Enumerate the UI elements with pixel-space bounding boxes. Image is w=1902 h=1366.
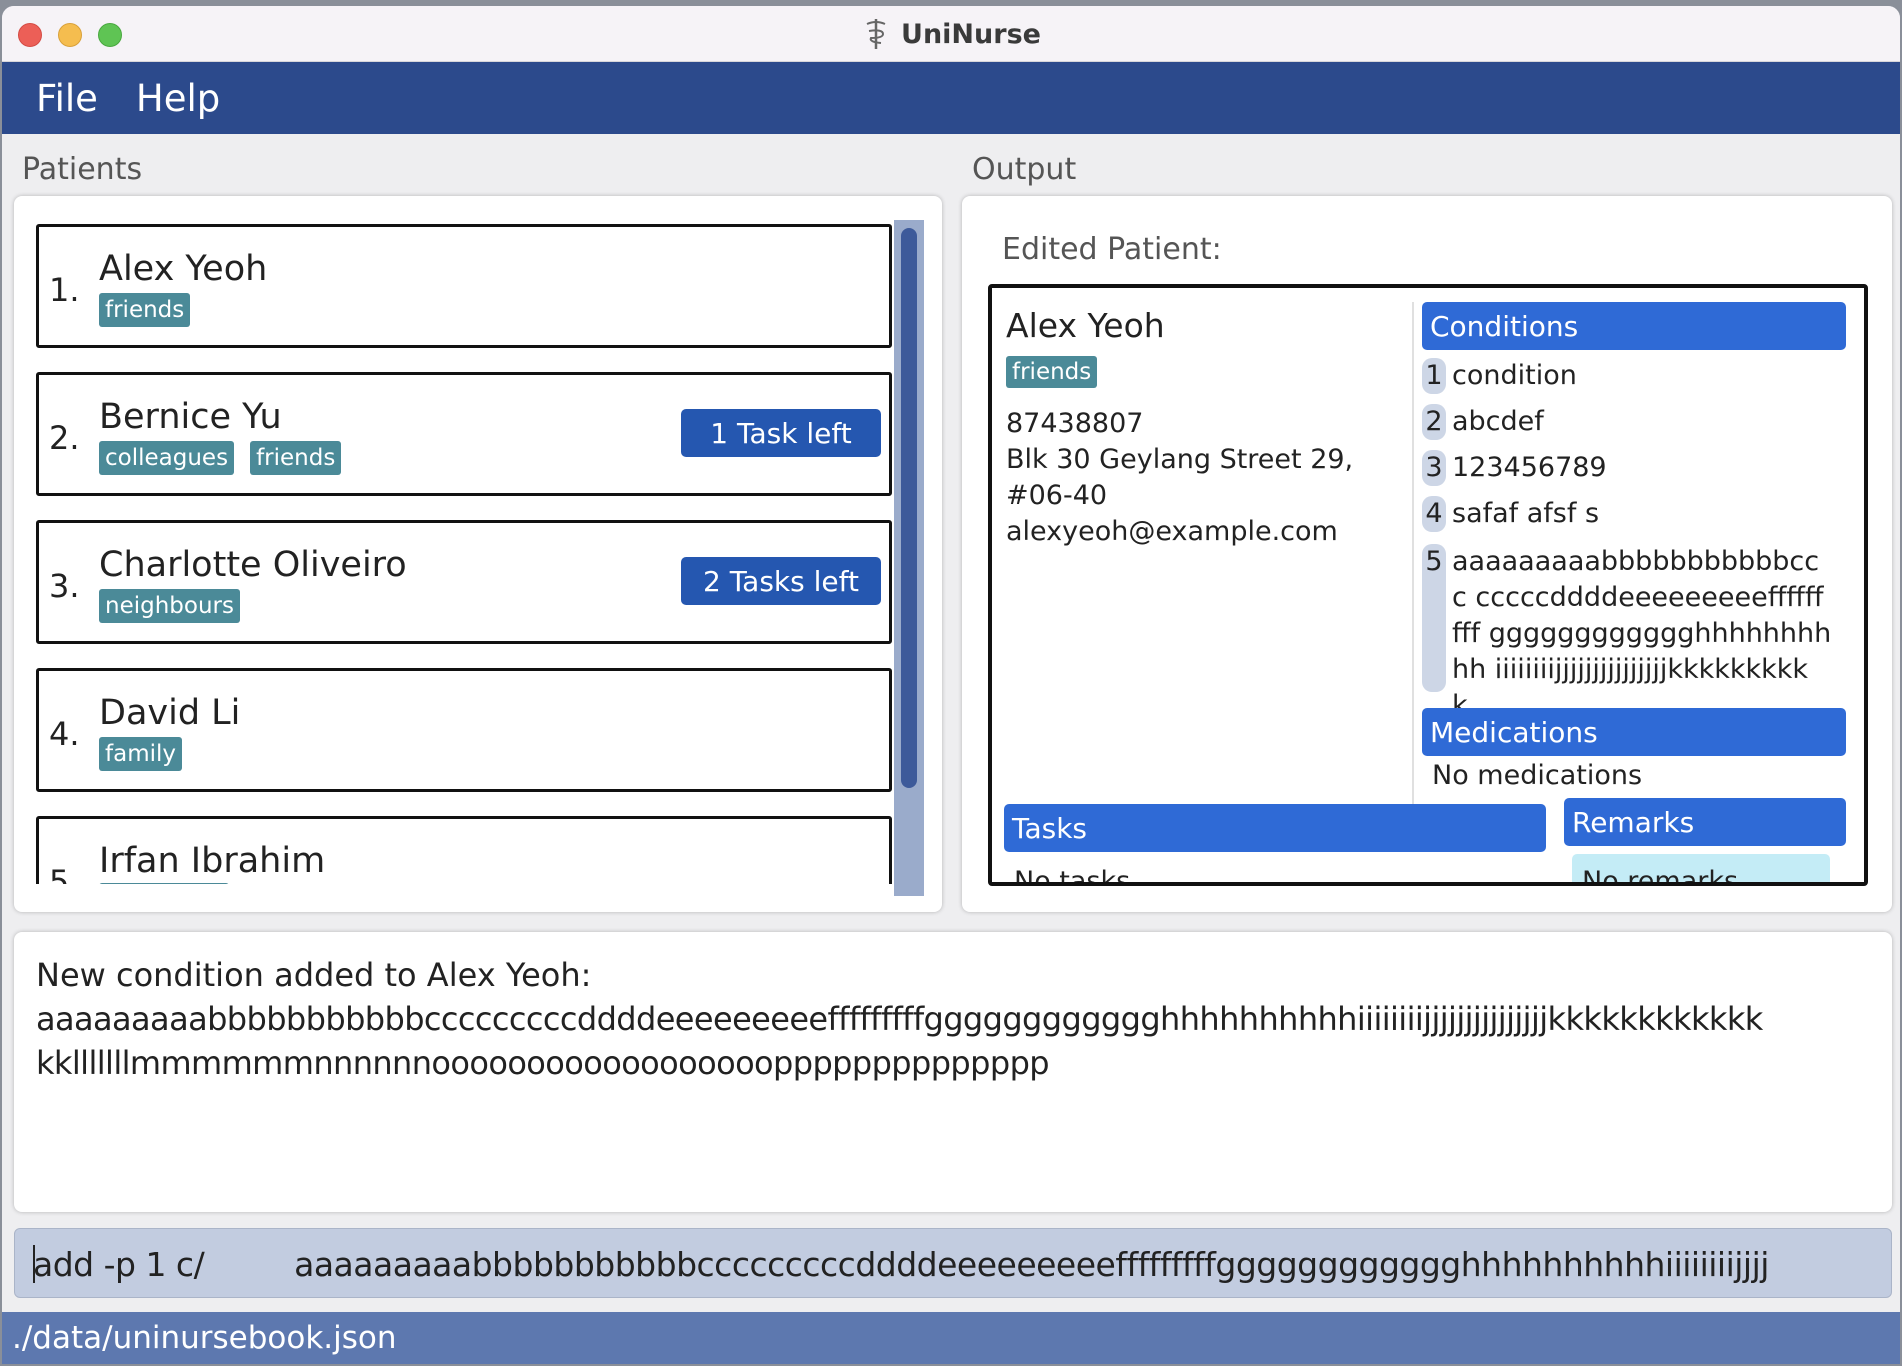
patient-tag: friends: [250, 441, 342, 475]
patient-index: 5.: [49, 863, 80, 884]
condition-item: 1 condition: [1422, 358, 1577, 394]
patient-name: Alex Yeoh: [99, 249, 268, 289]
patient-index: 3.: [49, 567, 80, 605]
patient-card[interactable]: 1. Alex Yeoh friends: [36, 224, 892, 348]
tasks-left-badge: 1 Task left: [681, 409, 881, 457]
patient-name: Bernice Yu: [99, 397, 282, 437]
patient-card[interactable]: 3. Charlotte Oliveiro neighbours 2 Tasks…: [36, 520, 892, 644]
app-window: UniNurse File Help Patients Output 1. Al…: [2, 6, 1900, 1364]
result-heading: New condition added to Alex Yeoh:: [36, 956, 592, 994]
patients-section-title: Patients: [22, 152, 143, 187]
window-title: UniNurse: [901, 18, 1041, 50]
condition-text: aaaaaaaaabbbbbbbbbbbccc cccccddddeeeeeee…: [1452, 546, 1832, 721]
patient-address-unit: #06-40: [1006, 480, 1108, 511]
save-file-path: ./data/uninursebook.json: [12, 1320, 397, 1356]
command-box: [14, 1228, 1892, 1298]
condition-text: 123456789: [1452, 452, 1607, 483]
caduceus-icon: [866, 19, 886, 49]
tasks-header: Tasks: [1004, 804, 1546, 852]
menu-help[interactable]: Help: [136, 77, 220, 120]
result-display: New condition added to Alex Yeoh: aaaaaa…: [14, 932, 1892, 1212]
patient-phone: 87438807: [1006, 408, 1144, 439]
result-text: aaaaaaaaabbbbbbbbbbbcccccccccddddeeeeeee…: [36, 1000, 1763, 1038]
patient-tag: friends: [99, 293, 191, 327]
patient-name: Charlotte Oliveiro: [99, 545, 407, 585]
text-caret: [33, 1245, 35, 1283]
condition-number: 5: [1422, 544, 1446, 692]
patient-tag: neighbours: [99, 589, 240, 623]
remarks-header: Remarks: [1564, 798, 1846, 846]
condition-item: 2 abcdef: [1422, 404, 1544, 440]
patient-tag: family: [99, 737, 182, 771]
patient-address: Blk 30 Geylang Street 29,: [1006, 444, 1354, 475]
patient-list[interactable]: 1. Alex Yeoh friends 2. Bernice Yu colle…: [36, 224, 892, 884]
patient-name: David Li: [99, 693, 241, 733]
patient-name: Irfan Ibrahim: [99, 841, 326, 881]
condition-text: condition: [1452, 360, 1577, 391]
medications-empty: No medications: [1432, 760, 1643, 791]
remarks-empty: No remarks: [1572, 854, 1830, 882]
patient-card[interactable]: 4. David Li family: [36, 668, 892, 792]
condition-number: 3: [1422, 450, 1446, 486]
edited-patient-card[interactable]: Alex Yeoh friends 87438807 Blk 30 Geylan…: [988, 284, 1868, 886]
patient-index: 1.: [49, 271, 80, 309]
result-text: kklllllllmmmmmmnnnnnnoooooooooooooooooop…: [36, 1044, 1050, 1082]
condition-item: 5 aaaaaaaaabbbbbbbbbbbccc cccccddddeeeee…: [1422, 544, 1832, 724]
column-divider: [1412, 302, 1414, 812]
patient-index: 2.: [49, 419, 80, 457]
condition-item: 4 safaf afsf s: [1422, 496, 1599, 532]
patient-list-panel: 1. Alex Yeoh friends 2. Bernice Yu colle…: [14, 196, 942, 912]
scrollbar-thumb[interactable]: [901, 228, 917, 788]
condition-item: 3 123456789: [1422, 450, 1607, 486]
title-bar: UniNurse: [2, 6, 1900, 62]
patient-index: 4.: [49, 715, 80, 753]
patient-tag: friends: [1006, 356, 1098, 388]
conditions-header: Conditions: [1422, 302, 1846, 350]
command-input[interactable]: [33, 1229, 1891, 1297]
patient-card[interactable]: 5. Irfan Ibrahim: [36, 816, 892, 884]
patient-email: alexyeoh@example.com: [1006, 516, 1338, 547]
output-section-title: Output: [972, 152, 1077, 187]
condition-number: 1: [1422, 358, 1446, 394]
condition-number: 4: [1422, 496, 1446, 532]
condition-text: safaf afsf s: [1452, 498, 1600, 529]
output-heading: Edited Patient:: [1002, 232, 1222, 267]
condition-number: 2: [1422, 404, 1446, 440]
status-bar: ./data/uninursebook.json: [2, 1312, 1900, 1364]
patient-card[interactable]: 2. Bernice Yu colleagues friends 1 Task …: [36, 372, 892, 496]
menu-bar: File Help: [2, 62, 1900, 134]
medications-header: Medications: [1422, 708, 1846, 756]
output-panel: Edited Patient: Alex Yeoh friends 874388…: [962, 196, 1892, 912]
patient-tag-partial: [99, 883, 229, 884]
patient-tag: colleagues: [99, 441, 235, 475]
tasks-left-badge: 2 Tasks left: [681, 557, 881, 605]
condition-text: abcdef: [1452, 406, 1544, 437]
patient-name: Alex Yeoh: [1006, 306, 1165, 345]
tasks-empty: No tasks: [1014, 866, 1131, 886]
menu-file[interactable]: File: [36, 77, 98, 120]
patient-list-scrollbar[interactable]: [894, 220, 924, 896]
